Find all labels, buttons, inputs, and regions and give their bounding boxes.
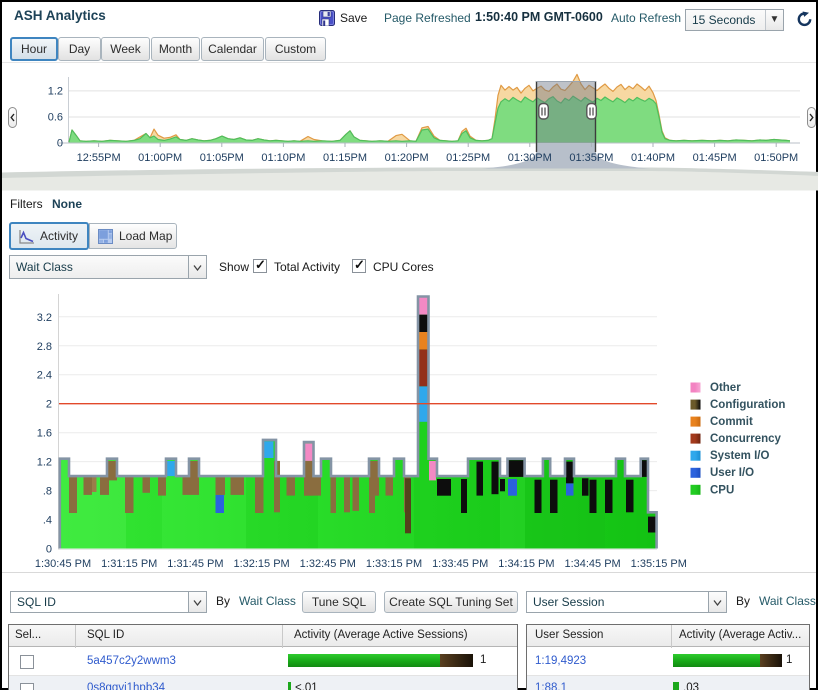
svg-text:3.2: 3.2 <box>37 312 52 324</box>
svg-text:2.4: 2.4 <box>37 370 52 382</box>
svg-text:1:34:15 PM: 1:34:15 PM <box>498 558 554 570</box>
svg-text:1:31:15 PM: 1:31:15 PM <box>101 558 157 570</box>
svg-text:System I/O: System I/O <box>710 450 769 462</box>
svg-text:1.2: 1.2 <box>37 457 52 469</box>
svg-text:2.8: 2.8 <box>37 341 52 353</box>
svg-text:CPU: CPU <box>710 484 734 496</box>
svg-text:01:35PM: 01:35PM <box>569 152 613 164</box>
svg-text:12:55PM: 12:55PM <box>77 152 121 164</box>
svg-text:0: 0 <box>46 544 52 556</box>
svg-text:2: 2 <box>46 399 52 411</box>
svg-text:1:33:45 PM: 1:33:45 PM <box>432 558 488 570</box>
svg-text:0: 0 <box>57 138 63 150</box>
svg-text:01:40PM: 01:40PM <box>631 152 675 164</box>
svg-text:Concurrency: Concurrency <box>710 433 782 445</box>
svg-text:01:50PM: 01:50PM <box>754 152 798 164</box>
svg-text:01:05PM: 01:05PM <box>200 152 244 164</box>
svg-text:01:45PM: 01:45PM <box>693 152 737 164</box>
svg-text:User I/O: User I/O <box>710 467 754 479</box>
svg-text:01:10PM: 01:10PM <box>261 152 305 164</box>
svg-text:01:20PM: 01:20PM <box>385 152 429 164</box>
svg-text:1:33:15 PM: 1:33:15 PM <box>366 558 422 570</box>
svg-text:01:15PM: 01:15PM <box>323 152 367 164</box>
svg-text:01:25PM: 01:25PM <box>446 152 490 164</box>
svg-text:Commit: Commit <box>710 416 753 428</box>
svg-text:.4: .4 <box>43 515 52 527</box>
svg-text:1.6: 1.6 <box>37 428 52 440</box>
svg-text:1:35:15 PM: 1:35:15 PM <box>631 558 687 570</box>
svg-text:1:30:45 PM: 1:30:45 PM <box>35 558 91 570</box>
svg-text:.8: .8 <box>43 486 52 498</box>
svg-text:Other: Other <box>710 382 741 394</box>
svg-text:0.6: 0.6 <box>48 112 63 124</box>
svg-text:01:00PM: 01:00PM <box>138 152 182 164</box>
svg-text:1.2: 1.2 <box>48 86 63 98</box>
svg-text:1:32:15 PM: 1:32:15 PM <box>233 558 289 570</box>
svg-text:1:32:45 PM: 1:32:45 PM <box>300 558 356 570</box>
svg-text:1:31:45 PM: 1:31:45 PM <box>167 558 223 570</box>
svg-text:1:34:45 PM: 1:34:45 PM <box>564 558 620 570</box>
svg-text:Configuration: Configuration <box>710 399 785 411</box>
svg-text:01:30PM: 01:30PM <box>508 152 552 164</box>
